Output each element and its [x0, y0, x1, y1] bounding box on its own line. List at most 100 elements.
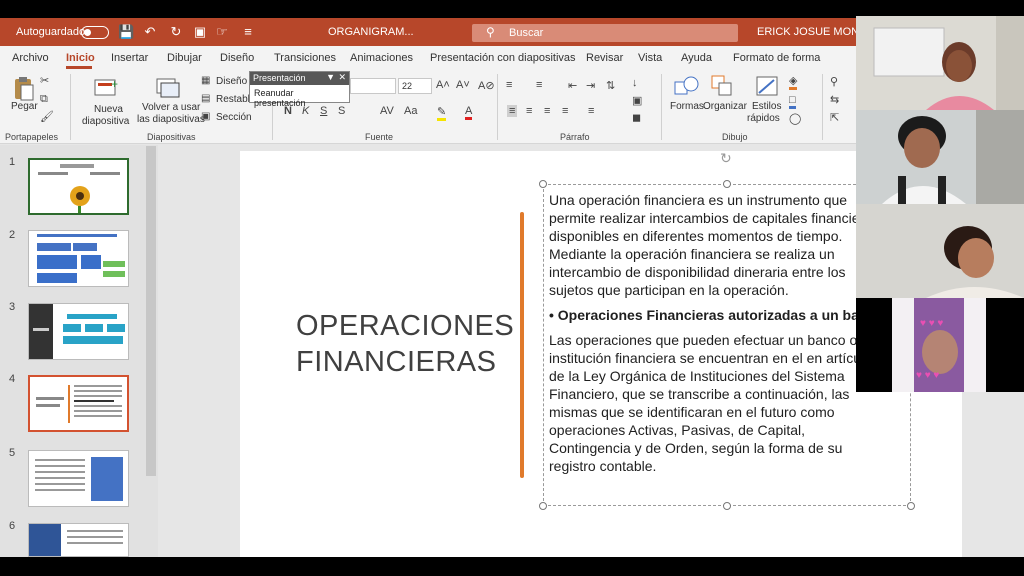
- cut-icon[interactable]: ✂: [40, 74, 49, 87]
- save-icon[interactable]: 💾: [118, 24, 134, 40]
- styles-label-2[interactable]: rápidos: [747, 113, 780, 124]
- present-icon[interactable]: ▣: [192, 24, 208, 40]
- paragraph-2[interactable]: Las operaciones que pueden efectuar un b…: [549, 331, 889, 477]
- redo-icon[interactable]: ↻: [168, 24, 184, 40]
- new-slide-icon[interactable]: +: [93, 76, 121, 100]
- tab-diseno[interactable]: Diseño: [220, 52, 254, 64]
- styles-label-1[interactable]: Estilos: [752, 101, 781, 112]
- quick-styles-icon[interactable]: [754, 74, 782, 98]
- find-icon[interactable]: ⚲: [830, 75, 838, 88]
- change-case-icon[interactable]: Aa: [404, 105, 417, 117]
- bottom-letterbox: [0, 557, 1024, 576]
- bullet-item[interactable]: • Operaciones Financieras autorizadas a …: [549, 306, 889, 324]
- slide-thumbnail-6[interactable]: [28, 523, 129, 557]
- video-participant-3[interactable]: [856, 204, 1024, 298]
- search-box[interactable]: ⚲ Buscar: [472, 24, 738, 42]
- new-slide-label-2[interactable]: diapositiva: [82, 116, 129, 127]
- video-participant-1[interactable]: [856, 16, 1024, 110]
- reuse-slides-icon[interactable]: [155, 76, 183, 100]
- tab-dibujar[interactable]: Dibujar: [167, 52, 202, 64]
- touch-mode-icon[interactable]: ☞: [214, 24, 230, 40]
- resize-handle[interactable]: [539, 502, 547, 510]
- reuse-label-1[interactable]: Volver a usar: [142, 102, 200, 113]
- tab-animaciones[interactable]: Animaciones: [350, 52, 413, 64]
- popup-dropdown-icon[interactable]: ▼: [326, 72, 335, 82]
- slide-thumbnail-2[interactable]: [28, 230, 129, 287]
- tab-formato-forma[interactable]: Formato de forma: [733, 52, 820, 64]
- copy-icon[interactable]: ⧉: [40, 93, 48, 106]
- layout-label[interactable]: Diseño: [216, 76, 247, 87]
- text-direction-icon[interactable]: ↓: [632, 77, 638, 89]
- reset-icon[interactable]: ▤: [201, 93, 210, 104]
- resize-handle[interactable]: [723, 180, 731, 188]
- align-right-icon[interactable]: ≡: [544, 105, 550, 117]
- char-spacing-icon[interactable]: AV: [380, 105, 394, 117]
- arrange-icon[interactable]: [710, 74, 738, 98]
- decrease-indent-icon[interactable]: ⇤: [568, 79, 577, 92]
- font-name-combo[interactable]: [350, 78, 396, 94]
- group-separator: [822, 74, 823, 140]
- layout-icon[interactable]: ▦: [201, 75, 210, 86]
- new-slide-label-1[interactable]: Nueva: [94, 104, 123, 115]
- resize-handle[interactable]: [723, 502, 731, 510]
- align-text-icon[interactable]: ▣: [632, 94, 642, 107]
- shapes-icon[interactable]: [673, 74, 701, 98]
- paste-label[interactable]: Pegar: [11, 101, 38, 112]
- tab-inicio[interactable]: Inicio: [66, 52, 95, 64]
- shapes-label[interactable]: Formas: [670, 101, 704, 112]
- group-fuente: Fuente: [365, 132, 394, 142]
- rotate-handle-icon[interactable]: ↻: [720, 150, 738, 166]
- tab-presentacion[interactable]: Presentación con diapositivas: [430, 52, 576, 64]
- font-color-icon[interactable]: A: [465, 105, 473, 120]
- paragraph-1[interactable]: Una operación financiera es un instrumen…: [549, 191, 889, 299]
- align-left-icon[interactable]: ≡: [507, 105, 518, 117]
- slide-thumbnail-4[interactable]: [28, 375, 129, 432]
- tab-transiciones[interactable]: Transiciones: [274, 52, 336, 64]
- shape-fill-icon[interactable]: ◈: [789, 74, 798, 90]
- tab-archivo[interactable]: Archivo: [12, 52, 49, 64]
- shape-outline-icon[interactable]: □: [789, 94, 796, 109]
- increase-font-icon[interactable]: A˄: [436, 79, 450, 91]
- align-center-icon[interactable]: ≡: [526, 105, 532, 117]
- tab-vista[interactable]: Vista: [638, 52, 662, 64]
- font-size-combo[interactable]: 22: [398, 78, 432, 94]
- reuse-label-2[interactable]: las diapositivas: [137, 114, 205, 125]
- slide-thumbnail-3[interactable]: [28, 303, 129, 360]
- section-icon[interactable]: ▣: [201, 111, 210, 122]
- group-separator: [497, 74, 498, 140]
- section-label[interactable]: Sección: [216, 112, 252, 123]
- video-participant-4[interactable]: ♥ ♥ ♥ ♥ ♥ ♥: [856, 298, 1024, 392]
- customize-toolbar-icon[interactable]: ≡: [240, 24, 256, 40]
- tab-ayuda[interactable]: Ayuda: [681, 52, 712, 64]
- resize-handle[interactable]: [539, 180, 547, 188]
- highlight-icon[interactable]: ✎: [437, 105, 447, 121]
- columns-icon[interactable]: ≡: [588, 105, 594, 117]
- format-painter-icon[interactable]: 🖌: [40, 110, 54, 123]
- select-icon[interactable]: ⇱: [830, 111, 839, 124]
- video-participant-2[interactable]: [856, 110, 1024, 204]
- line-spacing-icon[interactable]: ⇅: [606, 79, 615, 92]
- arrange-label[interactable]: Organizar: [703, 101, 747, 112]
- slide-thumbnail-1[interactable]: [28, 158, 129, 215]
- replace-icon[interactable]: ⇆: [830, 93, 839, 106]
- resize-handle[interactable]: [907, 502, 915, 510]
- tab-revisar[interactable]: Revisar: [586, 52, 623, 64]
- undo-icon[interactable]: ↶: [142, 24, 158, 40]
- clear-format-icon[interactable]: A⊘: [478, 79, 495, 92]
- decrease-font-icon[interactable]: A˅: [456, 79, 470, 91]
- slide-title[interactable]: OPERACIONES FINANCIERAS: [296, 308, 516, 380]
- svg-text:♥ ♥ ♥: ♥ ♥ ♥: [916, 370, 939, 381]
- numbering-icon[interactable]: ≡: [536, 79, 542, 91]
- slide-thumbnail-5[interactable]: [28, 450, 129, 507]
- increase-indent-icon[interactable]: ⇥: [586, 79, 595, 92]
- popup-close-icon[interactable]: ✕: [338, 72, 346, 83]
- autosave-toggle[interactable]: [81, 26, 109, 39]
- thumbnails-scrollbar[interactable]: [146, 146, 156, 476]
- tab-insertar[interactable]: Insertar: [111, 52, 148, 64]
- shape-effects-icon[interactable]: ◯: [789, 112, 801, 125]
- smartart-icon[interactable]: ◼: [632, 111, 641, 124]
- resume-presentation-item[interactable]: Reanudar presentación: [250, 85, 349, 111]
- bullets-icon[interactable]: ≡: [506, 79, 512, 91]
- justify-icon[interactable]: ≡: [562, 105, 568, 117]
- paste-icon[interactable]: [12, 76, 40, 101]
